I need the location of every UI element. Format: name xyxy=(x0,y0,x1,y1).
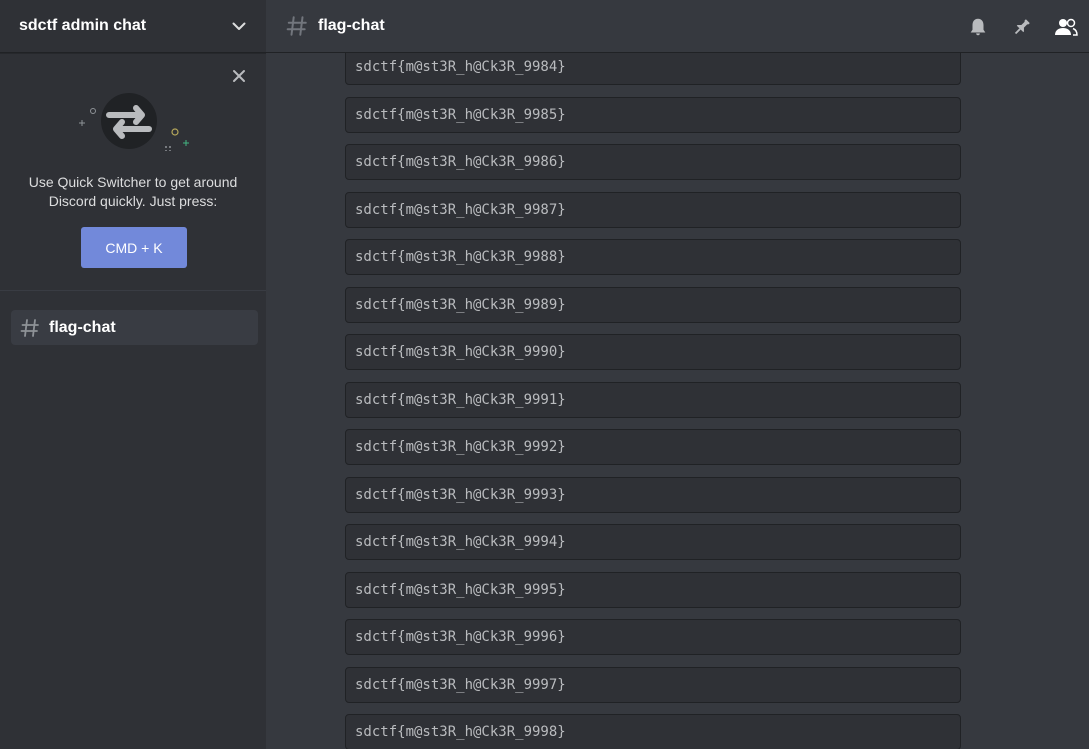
message-code-block: sdctf{m@st3R_h@Ck3R_9991} xyxy=(345,382,961,418)
channel-header: flag-chat xyxy=(266,0,1089,53)
message-code-block: sdctf{m@st3R_h@Ck3R_9988} xyxy=(345,239,961,275)
message-code-block: sdctf{m@st3R_h@Ck3R_9985} xyxy=(345,97,961,133)
header-toolbar xyxy=(946,0,1089,53)
bell-icon[interactable] xyxy=(966,15,990,39)
hash-icon xyxy=(20,318,42,338)
discord-window: sdctf admin chat Use Quick Switcher to g… xyxy=(0,0,1089,749)
message-list[interactable]: sdctf{m@st3R_h@Ck3R_9984} sdctf{m@st3R_h@… xyxy=(266,0,1089,749)
pin-icon[interactable] xyxy=(1010,15,1034,39)
quick-switcher-description: Use Quick Switcher to get around Discord… xyxy=(0,173,266,211)
message-code-block: sdctf{m@st3R_h@Ck3R_9994} xyxy=(345,524,961,560)
message-code-block: sdctf{m@st3R_h@Ck3R_9993} xyxy=(345,477,961,513)
message-code-block: sdctf{m@st3R_h@Ck3R_9989} xyxy=(345,287,961,323)
message-code-block: sdctf{m@st3R_h@Ck3R_9997} xyxy=(345,667,961,703)
quick-switcher-line-1: Use Quick Switcher to get around xyxy=(28,174,238,190)
hash-icon xyxy=(286,15,308,37)
server-name: sdctf admin chat xyxy=(19,17,147,34)
chat-area: sdctf{m@st3R_h@Ck3R_9984} sdctf{m@st3R_h@… xyxy=(266,0,1089,749)
channel-title: flag-chat xyxy=(318,17,385,34)
message-code-block: sdctf{m@st3R_h@Ck3R_9986} xyxy=(345,144,961,180)
quick-switcher-panel: Use Quick Switcher to get around Discord… xyxy=(0,53,266,291)
channel-label: flag-chat xyxy=(49,318,116,336)
message-code-block: sdctf{m@st3R_h@Ck3R_9998} xyxy=(345,714,961,749)
message-code-block: sdctf{m@st3R_h@Ck3R_9996} xyxy=(345,619,961,655)
chevron-down-icon[interactable] xyxy=(230,17,248,35)
server-header[interactable]: sdctf admin chat xyxy=(0,0,266,53)
message-code-block: sdctf{m@st3R_h@Ck3R_9984} xyxy=(345,49,961,85)
channel-sidebar: sdctf admin chat Use Quick Switcher to g… xyxy=(0,0,266,749)
quick-switcher-button[interactable]: CMD + K xyxy=(81,227,187,268)
message-code-block: sdctf{m@st3R_h@Ck3R_9987} xyxy=(345,192,961,228)
message-code-block: sdctf{m@st3R_h@Ck3R_9990} xyxy=(345,334,961,370)
channel-item-flag-chat[interactable]: flag-chat xyxy=(11,310,258,345)
message-code-block: sdctf{m@st3R_h@Ck3R_9995} xyxy=(345,572,961,608)
message-code-block: sdctf{m@st3R_h@Ck3R_9992} xyxy=(345,429,961,465)
quick-switcher-line-2: Discord quickly. Just press: xyxy=(48,193,218,209)
quick-switcher-illustration-icon xyxy=(79,93,189,151)
close-icon[interactable] xyxy=(229,66,249,86)
members-icon[interactable] xyxy=(1054,15,1078,39)
